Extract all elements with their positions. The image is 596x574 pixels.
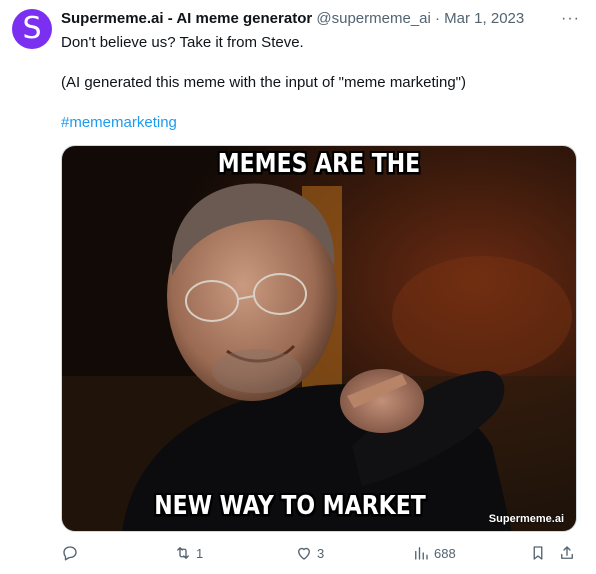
tweet: S Supermeme.ai - AI meme generator @supe… [0, 0, 596, 574]
tweet-date[interactable]: Mar 1, 2023 [444, 10, 524, 27]
share-button[interactable] [558, 544, 576, 562]
tweet-actions: 1 3 688 [61, 544, 578, 566]
views-count: 688 [434, 545, 456, 561]
reply-icon [63, 546, 77, 561]
meme-image[interactable]: MEMES ARE THE NEW WAY TO MARKET Supermem… [61, 145, 577, 532]
avatar-letter: S [22, 11, 42, 46]
tweet-text-line-1: Don't believe us? Take it from Steve. [61, 34, 304, 51]
tweet-text: Don't believe us? Take it from Steve. (A… [61, 33, 578, 133]
reply-button[interactable] [61, 544, 83, 562]
author-name[interactable]: Supermeme.ai - AI meme generator [61, 10, 312, 27]
tweet-header: Supermeme.ai - AI meme generator @superm… [61, 9, 556, 29]
meme-top-text: MEMES ARE THE [217, 149, 421, 180]
hashtag-link[interactable]: #mememarketing [61, 113, 578, 133]
author-handle[interactable]: @supermeme_ai [316, 10, 430, 27]
meme-watermark: Supermeme.ai [488, 513, 564, 525]
meme-photo [62, 146, 576, 531]
retweet-icon [177, 547, 189, 559]
more-options-icon[interactable]: ··· [561, 10, 580, 28]
views-button[interactable]: 688 [412, 544, 456, 562]
share-icon [561, 546, 573, 559]
views-bar-chart-icon [415, 547, 428, 560]
tweet-text-line-2: (AI generated this meme with the input o… [61, 74, 466, 91]
separator: · [435, 10, 440, 27]
like-count: 3 [317, 545, 325, 561]
retweet-button[interactable]: 1 [174, 544, 203, 562]
bookmark-icon [533, 546, 543, 560]
like-button[interactable]: 3 [295, 544, 324, 562]
heart-icon [298, 547, 310, 560]
retweet-count: 1 [196, 545, 204, 561]
bookmark-button[interactable] [529, 544, 547, 562]
avatar[interactable]: S [12, 9, 52, 49]
